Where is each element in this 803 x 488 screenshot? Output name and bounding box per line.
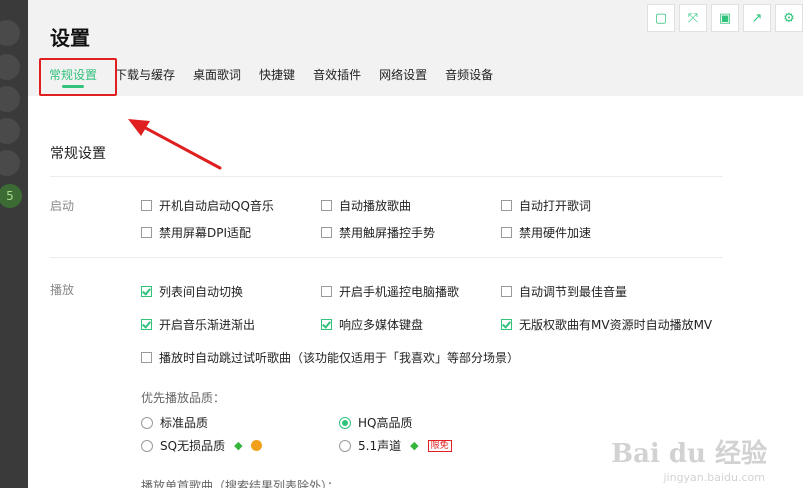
checkbox-icon[interactable] xyxy=(501,200,512,211)
radio-icon[interactable] xyxy=(141,416,153,429)
checkbox-autoplay[interactable]: 自动播放歌曲 xyxy=(321,197,411,214)
checkbox-icon[interactable] xyxy=(141,352,152,363)
expand-icon[interactable]: ⤧ xyxy=(679,4,707,32)
divider xyxy=(50,257,723,258)
diamond-icon: ◆ xyxy=(410,439,419,452)
tab-shortcuts[interactable]: 快捷键 xyxy=(250,58,304,92)
settings-tabs: 常规设置 下载与缓存 桌面歌词 快捷键 音效插件 网络设置 音频设备 xyxy=(40,58,502,92)
radio-hq-quality[interactable]: HQ高品质 xyxy=(339,414,412,431)
checkbox-media-keyboard[interactable]: 响应多媒体键盘 xyxy=(321,316,423,333)
quality-label: 优先播放品质： xyxy=(141,391,226,405)
checkbox-autostart[interactable]: 开机自动启动QQ音乐 xyxy=(141,197,274,214)
checkbox-icon[interactable] xyxy=(321,200,332,211)
settings-header: 设置 ▢ ⤧ ▣ ↗ ⚙ 常规设置 下载与缓存 桌面歌词 快捷键 音效插件 网络… xyxy=(28,0,803,96)
checkbox-checked-icon[interactable] xyxy=(141,319,152,330)
page-title: 设置 xyxy=(50,26,90,50)
checkbox-auto-volume[interactable]: 自动调节到最佳音量 xyxy=(501,283,627,300)
radio-selected-icon[interactable] xyxy=(339,416,351,429)
sidebar-nav-icon[interactable] xyxy=(0,20,20,46)
checkbox-fade-in-out[interactable]: 开启音乐渐进渐出 xyxy=(141,316,255,333)
watermark-url: jingyan.baidu.com xyxy=(663,471,765,484)
active-tab-underline xyxy=(62,85,84,88)
tab-audio-plugins[interactable]: 音效插件 xyxy=(304,58,370,92)
sidebar: 5 xyxy=(0,0,28,488)
tab-download-cache[interactable]: 下载与缓存 xyxy=(106,58,184,92)
group-label-playback: 播放 xyxy=(50,283,75,297)
single-song-label: 播放单首歌曲（搜索结果列表除外）： xyxy=(141,479,340,488)
checkbox-checked-icon[interactable] xyxy=(141,286,152,297)
radio-icon[interactable] xyxy=(141,439,153,452)
watermark-logo: Bai du 经验 xyxy=(611,439,767,469)
sidebar-badge: 5 xyxy=(0,184,22,208)
checkbox-auto-lyrics[interactable]: 自动打开歌词 xyxy=(501,197,591,214)
tab-general[interactable]: 常规设置 xyxy=(40,58,106,92)
settings-content: 常规设置 启动 开机自动启动QQ音乐 自动播放歌曲 自动打开歌词 禁用屏幕DPI… xyxy=(28,96,803,488)
checkbox-icon[interactable] xyxy=(141,200,152,211)
group-label-startup: 启动 xyxy=(50,199,75,213)
radio-5-1-channel[interactable]: 5.1声道 ◆ 限免 xyxy=(339,437,452,454)
coin-icon xyxy=(250,440,262,451)
mini-mode-icon[interactable]: ▢ xyxy=(647,4,675,32)
checkbox-checked-icon[interactable] xyxy=(321,319,332,330)
sidebar-nav-icon[interactable] xyxy=(0,86,20,112)
checkbox-phone-remote[interactable]: 开启手机遥控电脑播歌 xyxy=(321,283,459,300)
save-icon[interactable]: ▣ xyxy=(711,4,739,32)
tab-network[interactable]: 网络设置 xyxy=(370,58,436,92)
checkbox-skip-preview[interactable]: 播放时自动跳过试听歌曲（该功能仅适用于「我喜欢」等部分场景） xyxy=(141,349,519,366)
checkbox-icon[interactable] xyxy=(501,286,512,297)
checkbox-icon[interactable] xyxy=(141,227,152,238)
checkbox-auto-mv[interactable]: 无版权歌曲有MV资源时自动播放MV xyxy=(501,316,712,333)
window-toolbar: ▢ ⤧ ▣ ↗ ⚙ xyxy=(647,4,803,32)
section-title: 常规设置 xyxy=(50,146,106,162)
checkbox-disable-touch[interactable]: 禁用触屏播控手势 xyxy=(321,224,435,241)
checkbox-checked-icon[interactable] xyxy=(501,319,512,330)
radio-icon[interactable] xyxy=(339,439,351,452)
checkbox-disable-dpi[interactable]: 禁用屏幕DPI适配 xyxy=(141,224,251,241)
share-icon[interactable]: ↗ xyxy=(743,4,771,32)
checkbox-list-auto-switch[interactable]: 列表间自动切换 xyxy=(141,283,243,300)
radio-sq-quality[interactable]: SQ无损品质 ◆ xyxy=(141,437,262,454)
sidebar-nav-icon[interactable] xyxy=(0,54,20,80)
limited-free-badge: 限免 xyxy=(427,439,452,452)
tab-audio-device[interactable]: 音频设备 xyxy=(436,58,502,92)
checkbox-icon[interactable] xyxy=(321,286,332,297)
tab-desktop-lyrics[interactable]: 桌面歌词 xyxy=(184,58,250,92)
divider xyxy=(50,176,723,177)
sidebar-nav-icon[interactable] xyxy=(0,150,20,176)
checkbox-icon[interactable] xyxy=(501,227,512,238)
gear-icon[interactable]: ⚙ xyxy=(775,4,803,32)
checkbox-icon[interactable] xyxy=(321,227,332,238)
checkbox-disable-hw-accel[interactable]: 禁用硬件加速 xyxy=(501,224,591,241)
radio-standard-quality[interactable]: 标准品质 xyxy=(141,414,208,431)
sidebar-nav-icon[interactable] xyxy=(0,118,20,144)
diamond-icon: ◆ xyxy=(234,439,243,452)
